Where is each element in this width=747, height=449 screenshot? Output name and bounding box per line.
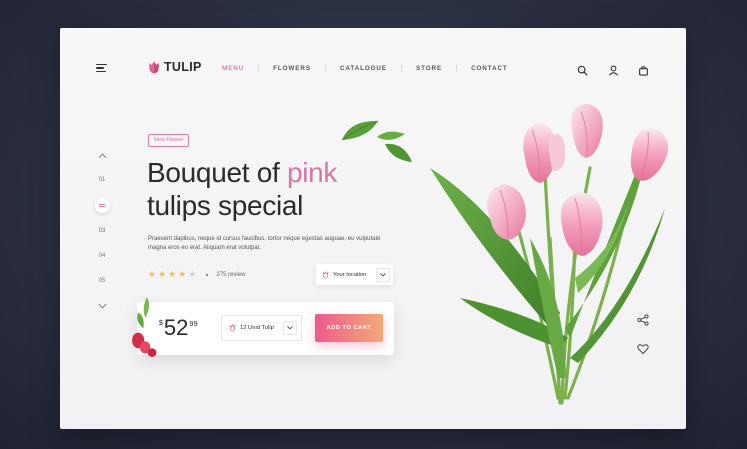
brand-name: TULIP — [164, 60, 202, 74]
quantity-select[interactable]: 12 Unid Tulip — [221, 315, 302, 341]
price-cents: 99 — [189, 319, 198, 328]
slide-number[interactable]: 04 — [99, 252, 106, 260]
product-page: TULIP MENU FLOWERS CATALOGUE STORE CONTA… — [60, 28, 686, 429]
cart-icon[interactable] — [638, 65, 649, 76]
petals-decoration — [132, 296, 157, 357]
title-text-line2: tulips special — [147, 190, 304, 221]
add-to-cart-button[interactable]: ADD TO CART — [315, 314, 383, 342]
user-icon[interactable] — [608, 65, 619, 76]
page-title: Bouquet of pink tulips special — [147, 156, 337, 222]
tulip-logo-icon — [149, 61, 159, 73]
nav-divider — [400, 65, 402, 72]
search-icon[interactable] — [577, 65, 588, 76]
nav-item-flowers[interactable]: FLOWERS — [273, 65, 311, 72]
product-description: Praesent dapibus, neque id cursus faucib… — [148, 236, 381, 251]
location-label: Your location — [333, 271, 367, 278]
heart-icon[interactable] — [637, 343, 649, 355]
hamburger-menu-icon[interactable] — [96, 64, 107, 73]
slide-number[interactable]: 03 — [99, 227, 106, 235]
star-icon: ★ — [148, 269, 157, 279]
location-select[interactable]: Your location — [316, 264, 393, 285]
tulip-small-icon — [229, 324, 236, 332]
star-icon: ★ — [158, 269, 167, 279]
title-accent: pink — [286, 157, 338, 188]
review-count[interactable]: 275 review — [216, 272, 245, 278]
price-main: 52 — [163, 315, 189, 340]
chevron-up-icon[interactable] — [98, 153, 107, 159]
nav-divider — [456, 65, 458, 72]
star-icon: ★ — [188, 269, 197, 279]
separator-dot — [206, 273, 209, 276]
slide-number[interactable]: 05 — [99, 277, 106, 285]
chevron-down-icon[interactable] — [283, 321, 297, 335]
slide-number-active[interactable] — [94, 198, 110, 213]
slide-number[interactable]: 01 — [99, 176, 106, 184]
main-nav: MENU FLOWERS CATALOGUE STORE CONTACT — [222, 65, 508, 72]
star-icon: ★ — [168, 269, 177, 279]
nav-divider — [324, 65, 326, 72]
nav-item-store[interactable]: STORE — [416, 65, 442, 72]
star-icon: ★ — [178, 269, 187, 279]
nav-item-contact[interactable]: CONTACT — [471, 65, 508, 72]
nav-item-menu[interactable]: MENU — [222, 65, 244, 72]
tulip-bouquet-image — [430, 104, 669, 405]
quantity-label: 12 Unid Tulip — [240, 325, 274, 331]
slide-pagination: 01 03 04 05 — [94, 153, 110, 309]
chevron-down-icon[interactable] — [376, 267, 390, 282]
new-flower-badge: New Flower — [148, 134, 190, 147]
nav-divider — [258, 65, 260, 72]
title-text: Bouquet of — [147, 157, 287, 188]
leaf-decoration — [341, 120, 379, 141]
nav-item-catalogue[interactable]: CATALOGUE — [340, 65, 387, 72]
brand-logo[interactable]: TULIP — [148, 60, 202, 74]
tulip-small-icon — [322, 270, 329, 279]
rating: ★ ★ ★ ★ ★ 275 review — [148, 270, 245, 279]
share-icon[interactable] — [637, 314, 649, 326]
purchase-card: $ 52 99 12 Unid Tulip ADD TO CART — [137, 302, 394, 355]
chevron-down-icon[interactable] — [98, 303, 107, 309]
